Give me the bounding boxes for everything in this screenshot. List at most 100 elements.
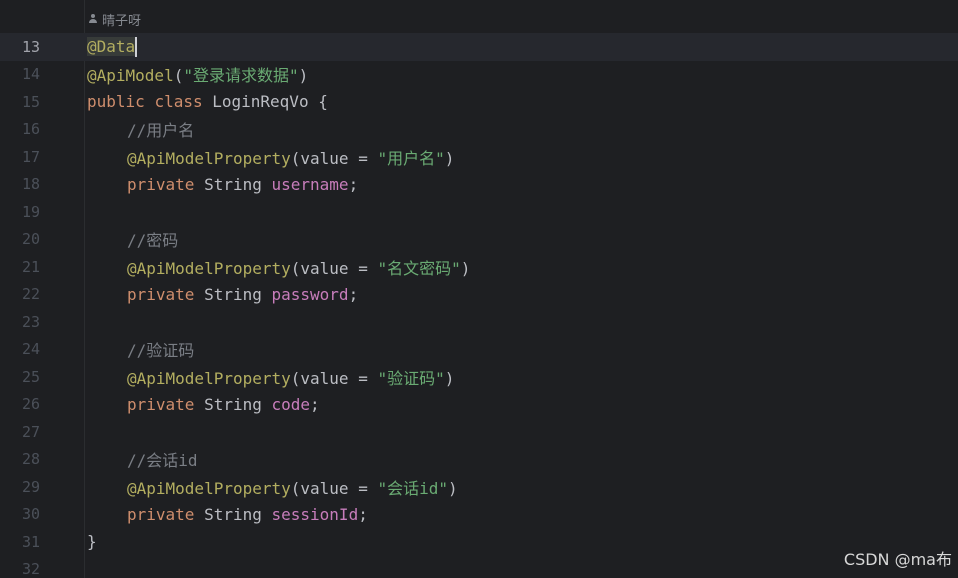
line-number[interactable]: 26 bbox=[0, 395, 40, 413]
code-token: String bbox=[194, 504, 272, 524]
line-number[interactable]: 17 bbox=[0, 148, 40, 166]
code-text[interactable]: @ApiModelProperty(value = "名文密码") bbox=[87, 255, 470, 279]
line-number[interactable]: 32 bbox=[0, 560, 40, 578]
code-token: //验证码 bbox=[127, 341, 195, 361]
code-token: private bbox=[127, 174, 195, 194]
code-token: String bbox=[194, 394, 272, 414]
code-text[interactable]: @ApiModelProperty(value = "验证码") bbox=[87, 365, 454, 389]
code-text[interactable]: } bbox=[87, 532, 97, 551]
code-token: //会话id bbox=[127, 451, 198, 471]
code-line[interactable]: 32 bbox=[0, 556, 958, 578]
code-line[interactable]: 20 //密码 bbox=[0, 226, 958, 254]
code-line[interactable]: 27 bbox=[0, 418, 958, 446]
line-number[interactable]: 24 bbox=[0, 340, 40, 358]
line-number[interactable]: 31 bbox=[0, 533, 40, 551]
code-line[interactable]: 31} bbox=[0, 528, 958, 556]
code-token: ) bbox=[444, 148, 455, 168]
code-text[interactable]: //用户名 bbox=[87, 117, 194, 141]
code-token: ) bbox=[448, 478, 458, 498]
code-token: class bbox=[154, 92, 203, 112]
code-text[interactable]: @Data bbox=[87, 36, 138, 57]
code-token: @ApiModelProperty bbox=[127, 478, 291, 498]
code-token: String bbox=[194, 284, 272, 304]
code-token: sessionId bbox=[271, 504, 359, 524]
line-number[interactable]: 20 bbox=[0, 230, 40, 248]
code-line[interactable]: 30 private String sessionId; bbox=[0, 501, 958, 529]
code-editor[interactable]: 晴子呀 13 @Data 14 @ApiModel("登录请求数据") 15 public… bbox=[0, 0, 958, 578]
code-line[interactable]: 25 @ApiModelProperty(value = "验证码") bbox=[0, 363, 958, 391]
code-text[interactable]: @ApiModelProperty(value = "用户名") bbox=[87, 145, 454, 169]
code-token: ) bbox=[298, 66, 309, 86]
code-line[interactable]: 29 @ApiModelProperty(value = "会话id") bbox=[0, 473, 958, 501]
code-line[interactable]: 15 public class LoginReqVo { bbox=[0, 88, 958, 116]
code-line[interactable]: 23 bbox=[0, 308, 958, 336]
author-hint[interactable]: 晴子呀 bbox=[88, 9, 141, 29]
text-caret bbox=[135, 37, 138, 57]
code-token: "用户名" bbox=[377, 148, 445, 168]
code-token: ( bbox=[173, 66, 184, 86]
watermark: CSDN @ma布 bbox=[843, 550, 952, 569]
code-token: ; bbox=[348, 174, 359, 194]
line-number[interactable]: 21 bbox=[0, 258, 40, 276]
line-number[interactable]: 13 bbox=[0, 38, 40, 56]
code-token: @ApiModelProperty bbox=[127, 148, 291, 168]
code-token: //用户名 bbox=[127, 121, 195, 141]
code-token: "登录请求数据" bbox=[183, 66, 299, 86]
code-token: @Data bbox=[87, 36, 136, 56]
code-token: "名文密码" bbox=[377, 258, 461, 278]
code-token: String bbox=[194, 174, 272, 194]
code-token: "会话id" bbox=[377, 478, 449, 498]
code-text[interactable]: private String username; bbox=[87, 175, 358, 194]
code-token: @ApiModel bbox=[87, 66, 174, 86]
code-text[interactable]: @ApiModel("登录请求数据") bbox=[87, 62, 308, 86]
line-number[interactable]: 16 bbox=[0, 120, 40, 138]
line-number[interactable]: 25 bbox=[0, 368, 40, 386]
line-number[interactable]: 27 bbox=[0, 423, 40, 441]
code-text[interactable]: private String sessionId; bbox=[87, 505, 368, 524]
line-number[interactable]: 15 bbox=[0, 93, 40, 111]
line-number[interactable]: 30 bbox=[0, 505, 40, 523]
code-token: //密码 bbox=[127, 231, 179, 251]
line-number[interactable]: 19 bbox=[0, 203, 40, 221]
code-line[interactable]: 17 @ApiModelProperty(value = "用户名") bbox=[0, 143, 958, 171]
line-number[interactable]: 18 bbox=[0, 175, 40, 193]
code-line[interactable]: 19 bbox=[0, 198, 958, 226]
code-token: (value = bbox=[290, 258, 378, 278]
code-token: @ApiModelProperty bbox=[127, 258, 291, 278]
code-line[interactable]: 14 @ApiModel("登录请求数据") bbox=[0, 61, 958, 89]
code-text[interactable]: //密码 bbox=[87, 227, 178, 251]
code-token: ; bbox=[310, 394, 320, 414]
code-token: code bbox=[271, 394, 311, 414]
code-text[interactable]: //会话id bbox=[87, 447, 198, 471]
code-token: private bbox=[127, 284, 195, 304]
code-line[interactable]: 16 //用户名 bbox=[0, 116, 958, 144]
line-number[interactable]: 22 bbox=[0, 285, 40, 303]
code-line[interactable]: 24 //验证码 bbox=[0, 336, 958, 364]
line-number[interactable]: 14 bbox=[0, 65, 40, 83]
code-line[interactable]: 18 private String username; bbox=[0, 171, 958, 199]
code-token: public bbox=[87, 92, 145, 112]
code-token: (value = bbox=[290, 368, 378, 388]
person-icon bbox=[88, 14, 98, 24]
code-token: private bbox=[127, 504, 195, 524]
code-text[interactable]: private String code; bbox=[87, 395, 320, 414]
code-line[interactable]: 22 private String password; bbox=[0, 281, 958, 309]
code-line[interactable]: 21 @ApiModelProperty(value = "名文密码") bbox=[0, 253, 958, 281]
code-text[interactable]: //验证码 bbox=[87, 337, 194, 361]
code-token: username bbox=[271, 174, 349, 194]
code-token: ) bbox=[460, 258, 471, 278]
code-text[interactable]: private String password; bbox=[87, 285, 358, 304]
code-line[interactable]: 26 private String code; bbox=[0, 391, 958, 419]
code-text[interactable]: @ApiModelProperty(value = "会话id") bbox=[87, 475, 458, 499]
line-number[interactable]: 29 bbox=[0, 478, 40, 496]
code-line[interactable]: 28 //会话id bbox=[0, 446, 958, 474]
code-token: ; bbox=[348, 284, 359, 304]
code-line[interactable]: 13 @Data bbox=[0, 33, 958, 61]
line-number[interactable]: 23 bbox=[0, 313, 40, 331]
code-token: (value = bbox=[290, 478, 378, 498]
code-text[interactable]: public class LoginReqVo { bbox=[87, 92, 328, 111]
code-token: (value = bbox=[290, 148, 378, 168]
line-number[interactable]: 28 bbox=[0, 450, 40, 468]
code-token: ; bbox=[358, 504, 368, 524]
